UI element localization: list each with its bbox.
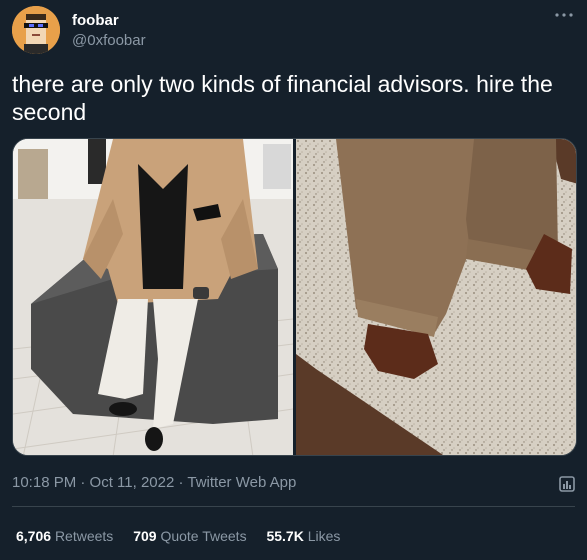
likes-count: 55.7K [266,528,304,544]
retweets-label: Retweets [54,528,114,544]
pixel-punk-avatar-icon [12,6,60,54]
quote-tweets-label: Quote Tweets [160,528,247,544]
engagement-stats: 6,706 Retweets 709 Quote Tweets 55.7K Li… [16,528,356,544]
quote-tweets-stat[interactable]: 709 Quote Tweets [133,528,246,544]
more-options-icon[interactable] [553,8,575,22]
likes-label: Likes [307,528,341,544]
baggy-brown-trousers-photo[interactable] [296,139,576,455]
divider [12,506,575,507]
tweet-header: foobar @0xfoobar [12,6,575,58]
tweet-media [12,138,577,456]
quote-tweets-count: 709 [133,528,157,544]
user-handle[interactable]: @0xfoobar [72,31,146,51]
display-name[interactable]: foobar [72,11,146,31]
likes-stat[interactable]: 55.7K Likes [266,528,340,544]
tweet-text: there are only two kinds of financial ad… [12,71,553,125]
analytics-icon[interactable] [557,474,577,494]
retweets-count: 6,706 [16,528,52,544]
man-in-tan-blazer-photo[interactable] [13,139,293,455]
retweets-stat[interactable]: 6,706 Retweets [16,528,113,544]
avatar[interactable] [12,6,60,54]
tweet-timestamp[interactable]: 10:18 PM · Oct 11, 2022 · Twitter Web Ap… [12,474,296,491]
